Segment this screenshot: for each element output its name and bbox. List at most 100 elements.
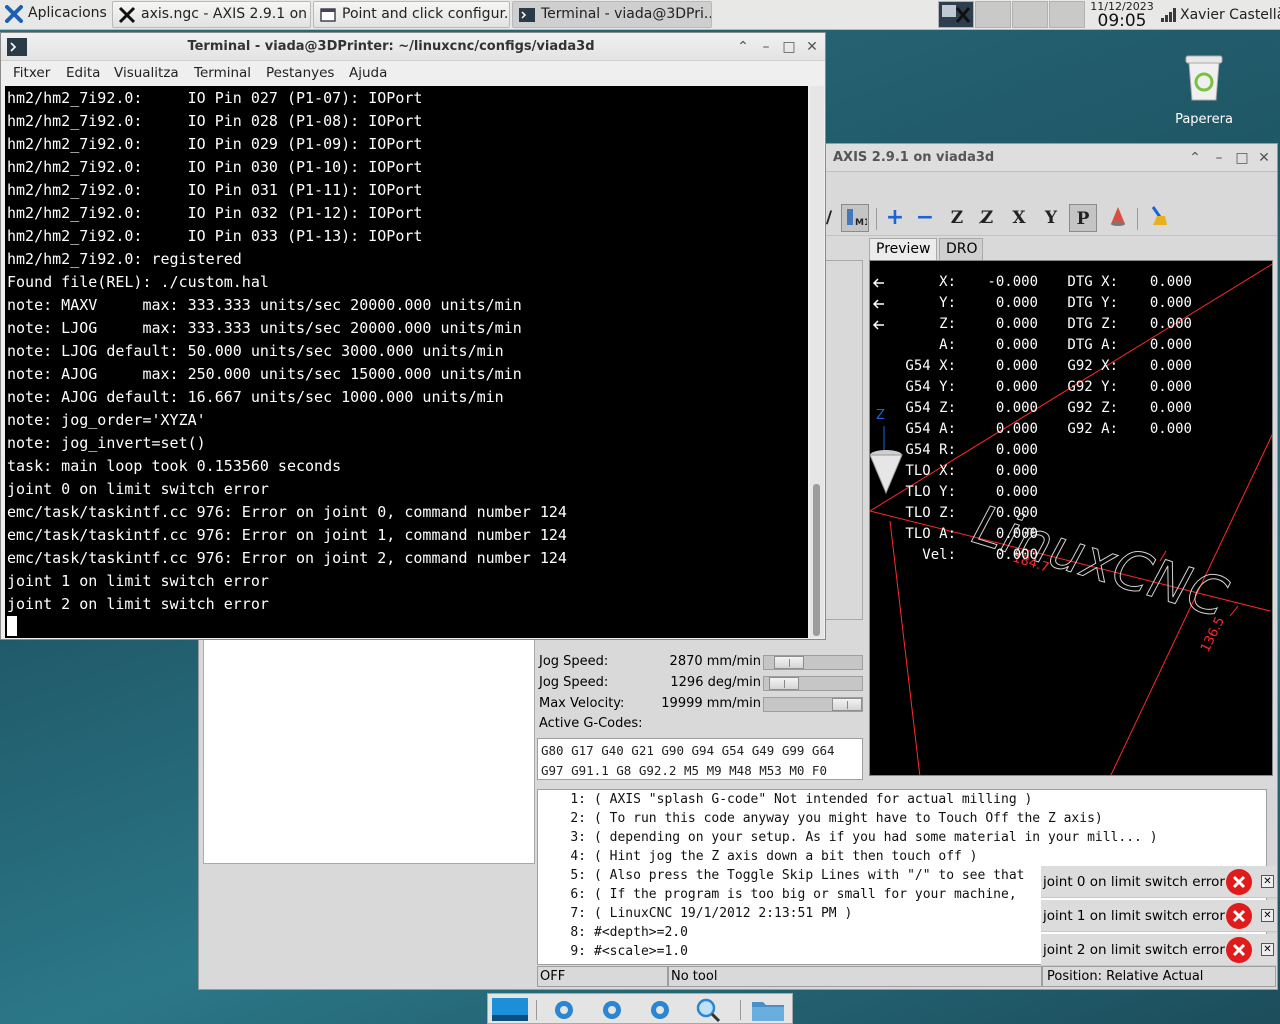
settings-gear-icon[interactable] [544, 996, 584, 1023]
zoom-in-button[interactable]: + [881, 204, 909, 232]
max-velocity-slider[interactable] [763, 697, 863, 712]
dro-label: G54 A: [905, 421, 956, 437]
maximize-button[interactable]: □ [1232, 148, 1252, 168]
workspace-2[interactable] [975, 1, 1011, 28]
gcode-line[interactable]: 7: ( LinuxCNC 19/1/2012 2:13:51 PM ) [538, 906, 852, 925]
zoom-out-button[interactable]: − [911, 204, 939, 232]
gcode-line-text: ( LinuxCNC 19/1/2012 2:13:51 PM ) [594, 906, 853, 921]
dro-value: 0.000 [995, 421, 1038, 437]
jog-speed-angular-slider[interactable] [763, 676, 863, 691]
view-y-button[interactable]: Y [1037, 204, 1065, 232]
home-arrows [872, 278, 884, 330]
dismiss-notification-button[interactable]: ✕ [1261, 943, 1274, 956]
optional-stop-button[interactable]: M1 [841, 204, 870, 232]
close-button[interactable]: ✕ [1254, 148, 1274, 168]
gcode-line[interactable]: 5: ( Also press the Toggle Skip Lines wit… [538, 868, 1024, 887]
clock[interactable]: 11/12/2023 09:05 [1089, 0, 1155, 30]
gcode-line[interactable]: 4: ( Hint jog the Z axis down a bit then … [538, 849, 977, 868]
dro-label: TLO A: [905, 526, 956, 542]
show-desktop-icon[interactable] [490, 996, 530, 1023]
trash-label: Paperera [1175, 112, 1233, 127]
gcode-line[interactable]: 3: ( depending on your setup. As if you h… [538, 830, 1157, 849]
user-menu[interactable]: Xavier Castellà [1160, 0, 1280, 30]
terminal-titlebar[interactable]: Terminal - viada@3DPrinter: ~/linuxcnc/c… [1, 33, 825, 61]
workspace-1[interactable] [938, 1, 974, 28]
slider-thumb[interactable] [769, 677, 799, 690]
notification-text: joint 1 on limit switch error [1043, 908, 1225, 924]
axis-window-title: AXIS 2.9.1 on viada3d [833, 150, 995, 165]
terminal-line: note: MAXV max: 333.333 units/sec 20000.… [7, 296, 522, 314]
close-button[interactable]: ✕ [802, 37, 822, 57]
scrollbar-thumb[interactable] [813, 484, 820, 636]
error-notification: joint 2 on limit switch error ✕ [1041, 934, 1277, 966]
minimize-button[interactable]: – [1209, 148, 1229, 168]
taskbar-item-terminal[interactable]: Terminal - viada@3DPri... [512, 1, 712, 28]
preview-canvas[interactable]: Z LinuxCNC 184.7 136.5 X: -0.000 Y: 0.000 Z:… [869, 260, 1273, 776]
slider-value: 1296 deg/min [670, 675, 761, 690]
menu-terminal[interactable]: Terminal [194, 65, 251, 81]
signal-bars-icon [1161, 8, 1176, 22]
jog-speed-linear-slider[interactable] [763, 655, 863, 670]
active-gcodes-line: G80 G17 G40 G21 G90 G94 G54 G49 G99 G64 [541, 743, 835, 758]
broom-icon [1151, 206, 1167, 225]
dro-label: DTG Y: [1067, 295, 1118, 311]
shade-button[interactable]: ⌃ [1185, 148, 1205, 168]
menu-pestanyes[interactable]: Pestanyes [266, 65, 334, 81]
taskbar-item-pncconf[interactable]: Point and click configur... [313, 1, 510, 28]
folder-icon[interactable] [748, 996, 788, 1023]
shade-button[interactable]: ⌃ [733, 37, 753, 57]
clear-live-plot-button[interactable] [1145, 204, 1173, 232]
gcode-line[interactable]: 1: ( AXIS "splash G-code" Not intended fo… [538, 792, 1032, 811]
view-z2-button[interactable]: Z̸ [973, 204, 1001, 232]
terminal-output[interactable]: hm2/hm2_7i92.0: IO Pin 027 (P1-07): IOPo… [5, 86, 808, 638]
gcode-line-number: 9: [570, 944, 586, 959]
error-notification: joint 0 on limit switch error ✕ [1041, 866, 1277, 898]
settings-gear-icon[interactable] [592, 996, 632, 1023]
search-icon[interactable] [688, 996, 728, 1023]
dro-value: 0.000 [1149, 295, 1192, 311]
dro-label: DTG Z: [1067, 316, 1118, 332]
dock-separator [536, 1000, 537, 1020]
gcode-line-number: 2: [570, 811, 586, 826]
taskbar-item-label: axis.ngc - AXIS 2.9.1 on ... [141, 6, 311, 22]
maximize-button[interactable]: □ [779, 37, 799, 57]
workspace-4[interactable] [1049, 1, 1085, 28]
slider-thumb[interactable] [774, 656, 804, 669]
terminal-window: Terminal - viada@3DPrinter: ~/linuxcnc/c… [0, 32, 826, 640]
gcode-line-number: 4: [570, 849, 586, 864]
slider-thumb[interactable] [832, 698, 862, 711]
view-x-button[interactable]: X [1005, 204, 1033, 232]
gcode-line-text: #<scale>=1.0 [594, 944, 688, 959]
gcode-line[interactable]: 6: ( If the program is too big or small f… [538, 887, 1017, 906]
menu-edita[interactable]: Edita [66, 65, 100, 81]
view-p-button[interactable]: P [1069, 204, 1097, 232]
dismiss-notification-button[interactable]: ✕ [1261, 909, 1274, 922]
dro-label: G92 Y: [1067, 379, 1118, 395]
gcode-line[interactable]: 2: ( To run this code anyway you might ha… [538, 811, 1102, 830]
gcode-line-text: ( If the program is too big or small for… [594, 887, 1017, 902]
terminal-line: hm2/hm2_7i92.0: IO Pin 030 (P1-10): IOPo… [7, 158, 423, 176]
menu-ajuda[interactable]: Ajuda [349, 65, 387, 81]
terminal-scrollbar[interactable] [810, 86, 824, 638]
terminal-line: joint 2 on limit switch error [7, 595, 269, 613]
desktop-trash[interactable]: Paperera [1168, 50, 1240, 127]
rotate-view-button[interactable] [1104, 204, 1132, 232]
dro-value: 0.000 [995, 526, 1038, 542]
workspace-3[interactable] [1012, 1, 1048, 28]
menu-visualitza[interactable]: Visualitza [114, 65, 179, 81]
taskbar-item-axis[interactable]: axis.ngc - AXIS 2.9.1 on ... [112, 1, 311, 28]
settings-gear-icon[interactable] [640, 996, 680, 1023]
tab-dro[interactable]: DRO [939, 238, 983, 260]
applications-menu-button[interactable]: Aplicacions [0, 1, 112, 28]
tab-preview[interactable]: Preview [869, 238, 937, 262]
status-tool: No tool [668, 966, 1042, 987]
terminal-line: emc/task/taskintf.cc 976: Error on joint… [7, 526, 567, 544]
clock-time: 09:05 [1097, 11, 1147, 31]
minimize-button[interactable]: – [756, 37, 776, 57]
gcode-line[interactable]: 8: #<depth>=2.0 [538, 925, 688, 944]
menu-fitxer[interactable]: Fitxer [13, 65, 50, 81]
trash-icon [1185, 55, 1223, 101]
dismiss-notification-button[interactable]: ✕ [1261, 875, 1274, 888]
view-z-button[interactable]: Z [943, 204, 971, 232]
gcode-line[interactable]: 9: #<scale>=1.0 [538, 944, 688, 963]
